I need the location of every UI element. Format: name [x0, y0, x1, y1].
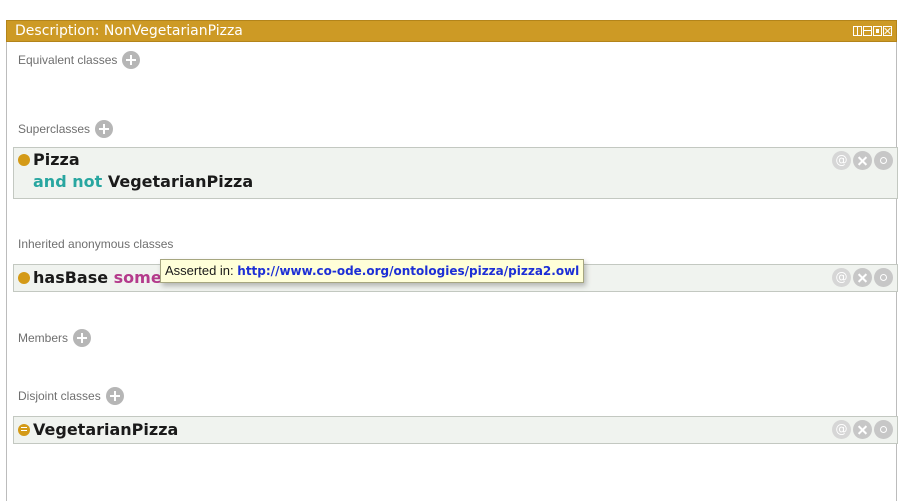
- section-label: Disjoint classes: [18, 389, 101, 403]
- section-label: Superclasses: [18, 122, 91, 136]
- add-equivalent-class-button[interactable]: [122, 51, 141, 69]
- maximize-icon[interactable]: [873, 26, 882, 36]
- class-expression-icon: [18, 272, 30, 284]
- close-view-icon[interactable]: [883, 26, 892, 36]
- class-expression-line2: and not VegetarianPizza: [33, 172, 253, 191]
- panel-title-bar: Description: NonVegetarianPizza: [6, 20, 897, 42]
- tooltip-prefix: Asserted in:: [165, 263, 234, 278]
- delete-button[interactable]: [853, 268, 872, 287]
- asserted-in-tooltip: Asserted in: http://www.co-ode.org/ontol…: [160, 259, 585, 283]
- annotate-button[interactable]: @: [832, 151, 851, 170]
- annotate-button[interactable]: @: [832, 420, 851, 439]
- class-name: VegetarianPizza: [33, 420, 179, 439]
- add-superclass-button[interactable]: [95, 120, 114, 138]
- edit-button[interactable]: [874, 268, 893, 287]
- add-member-button[interactable]: [73, 329, 92, 347]
- section-inherited-anonymous-classes: Inherited anonymous classes: [18, 237, 173, 251]
- section-members: Members: [18, 329, 92, 347]
- row-actions: @: [832, 420, 893, 439]
- row-actions: @: [832, 268, 893, 287]
- edit-button[interactable]: [874, 151, 893, 170]
- section-disjoint-classes: Disjoint classes: [18, 387, 124, 405]
- section-superclasses: Superclasses: [18, 120, 114, 138]
- keyword-not: not: [72, 172, 103, 191]
- add-disjoint-class-button[interactable]: [105, 387, 124, 405]
- split-view-icon[interactable]: [853, 26, 862, 36]
- defined-class-icon: [18, 424, 30, 436]
- annotate-button[interactable]: @: [832, 268, 851, 287]
- class-name: VegetarianPizza: [107, 172, 254, 191]
- property-name: hasBase: [33, 268, 109, 287]
- row-actions: @: [832, 151, 893, 170]
- section-label: Members: [18, 331, 69, 345]
- section-label: Equivalent classes: [18, 53, 118, 67]
- ontology-url-link[interactable]: http://www.co-ode.org/ontologies/pizza/p…: [237, 264, 579, 278]
- section-equivalent-classes: Equivalent classes: [18, 51, 141, 69]
- class-expression-icon: [18, 154, 30, 166]
- superclass-row[interactable]: Pizza and not VegetarianPizza @: [13, 147, 898, 199]
- edit-button[interactable]: [874, 420, 893, 439]
- class-name: Pizza: [33, 150, 80, 169]
- section-label: Inherited anonymous classes: [18, 237, 174, 251]
- keyword-and: and: [33, 172, 67, 191]
- window-controls: [853, 26, 892, 36]
- panel-title: Description: NonVegetarianPizza: [15, 23, 243, 39]
- disjoint-row[interactable]: VegetarianPizza @: [13, 416, 898, 444]
- delete-button[interactable]: [853, 420, 872, 439]
- split-horizontal-icon[interactable]: [863, 26, 872, 36]
- delete-button[interactable]: [853, 151, 872, 170]
- keyword-some: some: [113, 268, 162, 287]
